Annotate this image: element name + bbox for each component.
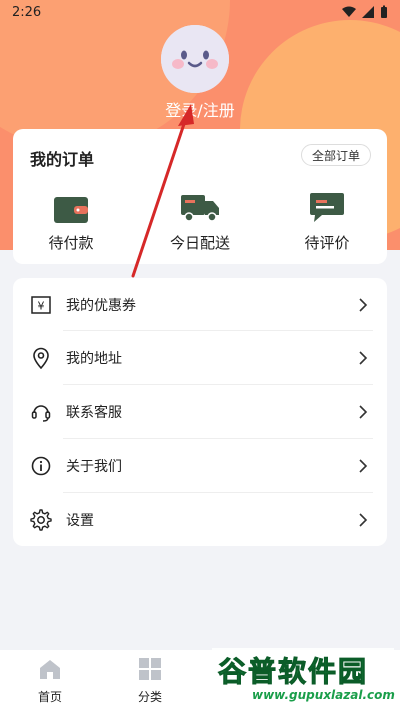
- annotation-arrow-icon: [131, 104, 194, 278]
